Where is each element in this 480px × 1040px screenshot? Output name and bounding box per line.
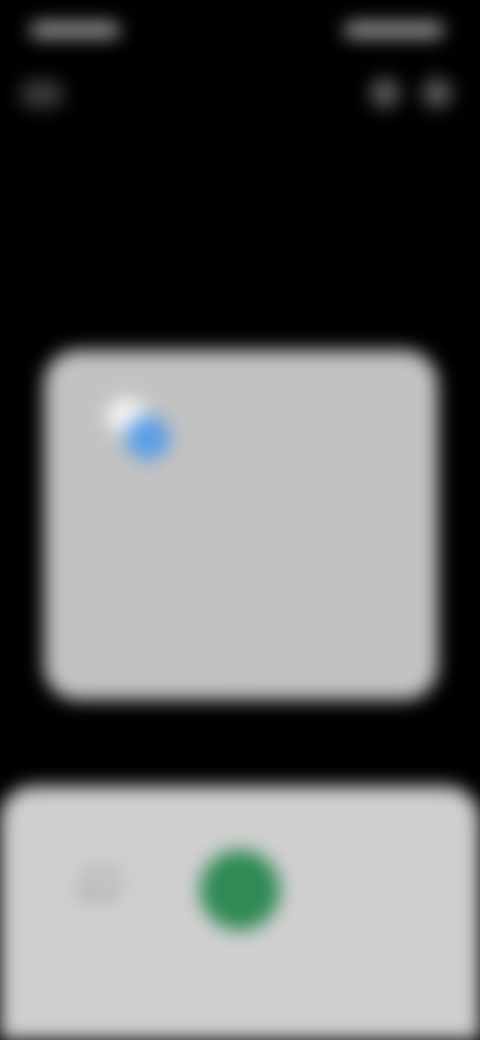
permission-dialog: [44, 350, 438, 700]
shutter-button[interactable]: [200, 850, 280, 930]
top-controls: [0, 70, 480, 130]
app-icon-bubble-blue: [126, 416, 170, 460]
dialog-button-divider: [240, 618, 242, 672]
status-time: [30, 22, 120, 38]
gallery-button[interactable]: [72, 862, 122, 918]
camera-screen: [0, 0, 480, 1040]
dialog-positive-button[interactable]: [258, 632, 408, 662]
status-indicators: [344, 22, 444, 38]
top-left-control-button[interactable]: [20, 80, 64, 108]
app-icon: [106, 398, 170, 462]
top-right-control-button-1[interactable]: [370, 78, 400, 108]
top-right-control-button-2[interactable]: [422, 78, 452, 108]
bottom-control-panel: [0, 786, 480, 1040]
gallery-icon-base: [78, 892, 116, 898]
dialog-negative-button[interactable]: [74, 632, 224, 662]
status-bar: [0, 0, 480, 70]
